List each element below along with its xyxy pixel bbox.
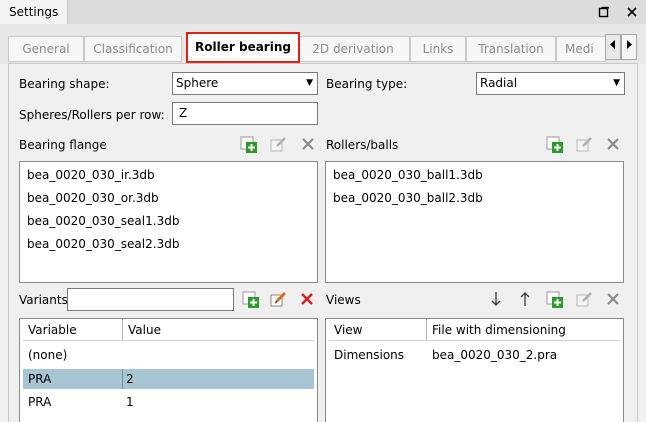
views-add-button[interactable]: [546, 290, 564, 308]
value-cell: 1: [126, 395, 134, 409]
view-cell: Dimensions: [334, 348, 405, 362]
variants-label: Variants: [19, 293, 68, 307]
column-header-value[interactable]: Value: [123, 319, 314, 341]
close-icon: [627, 7, 637, 17]
bearing-shape-value: Sphere: [176, 76, 219, 90]
views-delete-button[interactable]: [604, 290, 622, 308]
column-header-view[interactable]: View: [329, 319, 427, 341]
table-row[interactable]: Dimensions bea_0020_030_2.pra: [329, 345, 620, 365]
edit-icon: [270, 292, 286, 307]
title-bar: [0, 0, 646, 24]
rollers-edit-button[interactable]: [576, 135, 594, 153]
tab-scroll-right-button[interactable]: [621, 34, 637, 60]
restore-button[interactable]: [592, 0, 616, 24]
table-row[interactable]: PRA 1: [23, 392, 314, 412]
file-cell: bea_0020_030_2.pra: [432, 348, 558, 362]
delete-icon: [301, 293, 313, 305]
chevron-down-icon: ▼: [306, 78, 313, 88]
column-header-file[interactable]: File with dimensioning: [427, 319, 620, 341]
variable-cell: (none): [28, 348, 68, 362]
bearing-type-label: Bearing type:: [326, 77, 408, 91]
table-row[interactable]: (none): [23, 345, 314, 365]
arrow-up-icon: [520, 292, 530, 306]
edit-icon: [576, 292, 592, 307]
chevron-left-icon: [610, 40, 615, 49]
bearing-flange-label: Bearing flange: [19, 138, 107, 152]
tab-links[interactable]: Links: [410, 36, 466, 62]
variants-search-input[interactable]: [67, 288, 234, 311]
value-cell[interactable]: 2: [122, 369, 314, 389]
rollers-add-button[interactable]: [546, 135, 564, 153]
column-header-variable[interactable]: Variable: [23, 319, 123, 341]
list-item[interactable]: bea_0020_030_ball1.3db: [333, 168, 483, 182]
views-label: Views: [326, 293, 361, 307]
edit-icon: [270, 137, 286, 152]
rollers-label: Rollers/balls: [326, 138, 399, 152]
list-item[interactable]: bea_0020_030_ball2.3db: [333, 191, 483, 205]
flange-edit-button[interactable]: [270, 135, 288, 153]
add-icon: [546, 291, 563, 308]
list-item[interactable]: bea_0020_030_seal1.3db: [27, 214, 179, 228]
views-move-up-button[interactable]: [516, 290, 534, 308]
tab-2d-derivation[interactable]: 2D derivation: [296, 36, 410, 62]
delete-icon: [302, 138, 314, 150]
rollers-delete-button[interactable]: [604, 135, 622, 153]
list-item[interactable]: bea_0020_030_seal2.3db: [27, 237, 179, 251]
list-item[interactable]: bea_0020_030_or.3db: [27, 191, 159, 205]
list-item[interactable]: bea_0020_030_ir.3db: [27, 168, 155, 182]
tab-classification[interactable]: Classification: [84, 36, 182, 62]
add-icon: [240, 136, 257, 153]
views-table[interactable]: View File with dimensioning Dimensions b…: [325, 318, 624, 422]
bearing-shape-label: Bearing shape:: [19, 77, 110, 91]
variants-delete-button[interactable]: [298, 290, 316, 308]
arrow-down-icon: [491, 292, 501, 306]
delete-icon: [607, 138, 619, 150]
variants-add-button[interactable]: [242, 290, 260, 308]
tab-scroll-left-button[interactable]: [605, 34, 621, 60]
tab-general[interactable]: General: [8, 36, 84, 62]
table-row-selected[interactable]: PRA 2: [23, 369, 314, 389]
edit-icon: [576, 137, 592, 152]
bearing-type-combo[interactable]: Radial ▼: [476, 72, 625, 95]
close-button[interactable]: [620, 0, 644, 24]
per-row-label: Spheres/Rollers per row:: [19, 108, 165, 122]
flange-add-button[interactable]: [240, 135, 258, 153]
variants-edit-button[interactable]: [270, 290, 288, 308]
add-icon: [242, 291, 259, 308]
rollers-list[interactable]: bea_0020_030_ball1.3db bea_0020_030_ball…: [325, 161, 624, 283]
variants-table[interactable]: Variable Value (none) PRA 2 PRA 1: [19, 318, 318, 422]
tab-media[interactable]: Medi: [556, 36, 606, 62]
per-row-input[interactable]: Z: [172, 102, 318, 125]
chevron-right-icon: [627, 40, 632, 49]
add-icon: [546, 136, 563, 153]
flange-delete-button[interactable]: [299, 135, 317, 153]
bearing-flange-list[interactable]: bea_0020_030_ir.3db bea_0020_030_or.3db …: [19, 161, 318, 283]
restore-icon: [598, 6, 609, 18]
views-edit-button[interactable]: [576, 290, 594, 308]
variable-cell: PRA: [28, 372, 52, 386]
bearing-shape-combo[interactable]: Sphere ▼: [172, 72, 318, 95]
delete-icon: [607, 293, 619, 305]
chevron-down-icon: ▼: [613, 78, 620, 88]
window-title: Settings: [0, 0, 69, 24]
views-move-down-button[interactable]: [487, 290, 505, 308]
tab-translation[interactable]: Translation: [466, 36, 556, 62]
bearing-type-value: Radial: [480, 76, 518, 90]
variable-cell: PRA: [28, 395, 52, 409]
tab-roller-bearing[interactable]: Roller bearing: [186, 32, 300, 63]
